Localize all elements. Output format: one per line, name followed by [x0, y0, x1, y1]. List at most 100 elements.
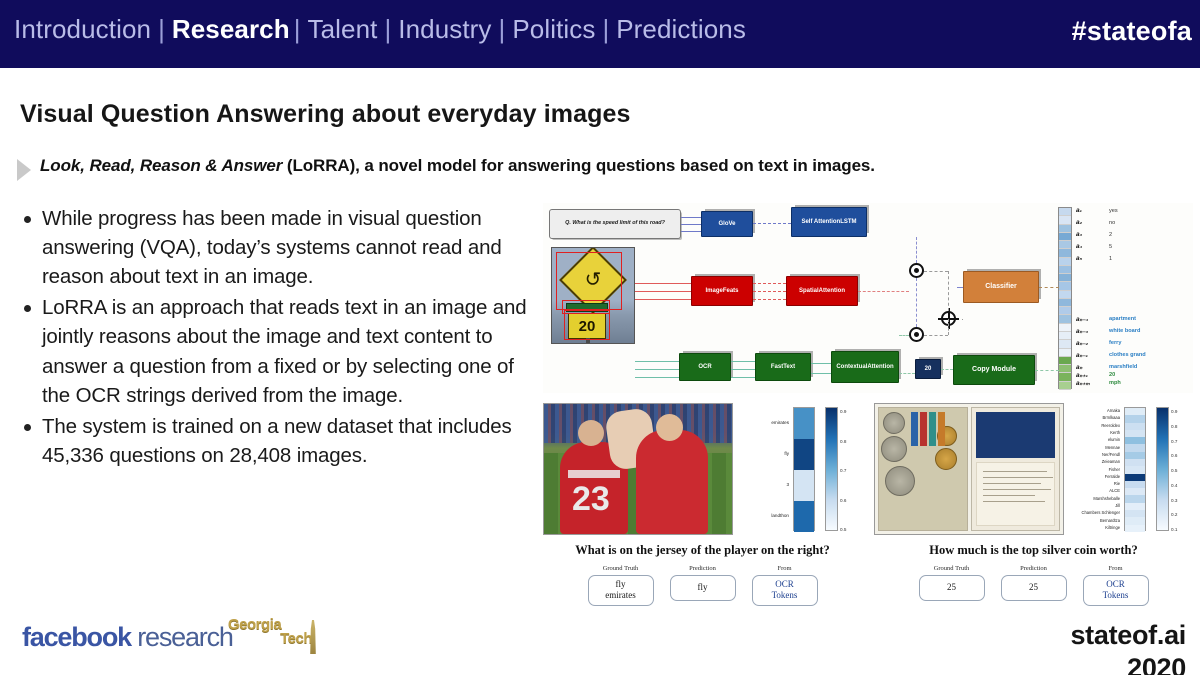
answer-vector-word: 2 [1109, 232, 1113, 238]
heatmap-cell [1125, 480, 1145, 489]
arch-connector [811, 373, 831, 374]
gold-medal-2 [935, 448, 957, 470]
arch-box-label: Classifier [985, 283, 1017, 291]
architecture-diagram: Q. What is the speed limit of this road?… [543, 203, 1193, 393]
bullet-item: The system is trained on a new dataset t… [18, 412, 538, 470]
nav-item-introduction[interactable]: Introduction [14, 14, 151, 45]
bullet-dot-icon [24, 216, 31, 223]
answer-vector-cell [1059, 298, 1071, 308]
certificate-text-line [982, 489, 1051, 491]
arch-box-label: GloVe [718, 220, 736, 227]
arch-box-contextual-attention: Contextual Attention [831, 351, 899, 383]
colorbar-tick: 0.3 [1171, 497, 1178, 503]
arch-box-fasttext: FastText [755, 353, 811, 381]
answer-card-value: OCR Tokens [751, 575, 818, 606]
answer-vector-label: aₙ [1076, 364, 1083, 371]
heatmap-row-label: landthon [771, 512, 789, 518]
heatmap-cell [794, 439, 814, 470]
multiply-operator-top [909, 263, 924, 278]
colorbar-tick: 0.5 [1171, 468, 1178, 473]
colorbar-tick: 0.2 [1171, 512, 1178, 518]
answer-card: Ground Truth fly emirates [587, 565, 654, 606]
answer-vector-label: a₃ [1076, 231, 1083, 238]
player-right [636, 430, 708, 534]
heatmap-row-label: Kerth [1110, 430, 1120, 436]
certificate-text-line [982, 471, 1047, 473]
stateof-ai-label: stateof.ai [1070, 620, 1186, 650]
nav-item-research[interactable]: Research [172, 14, 290, 45]
answer-vector-cell [1059, 356, 1071, 366]
colorbar-tick: 0.4 [1171, 482, 1178, 488]
heatmap-row-label: Ferralde [1104, 473, 1120, 479]
heatmap-cell [794, 470, 814, 501]
nav-separator: | [158, 14, 165, 44]
answer-vector-cell [1059, 249, 1071, 258]
arch-connector [635, 369, 679, 370]
silver-medal-1 [883, 412, 905, 434]
answer-vector-cell [1059, 241, 1071, 250]
nav-item-talent[interactable]: Talent [308, 14, 378, 45]
medal-case-panel [878, 407, 968, 531]
answer-vector-label: a₁ [1076, 207, 1082, 214]
facebook-wordmark: facebook [22, 622, 132, 652]
arch-connector [753, 299, 786, 300]
heatmap-cell [794, 408, 814, 439]
nav-item-industry[interactable]: Industry [398, 14, 491, 45]
player-left-head [578, 420, 604, 446]
arch-box-label: FastText [770, 363, 796, 370]
answer-card-line: Tokens [771, 590, 798, 601]
answer-card-line: OCR [775, 579, 794, 589]
answer-vector-word: 20 [1109, 372, 1116, 378]
example-image-row: 23 emirates fly 3 landthon 0.9 0.8 0.7 0.6 0.5 [543, 403, 862, 535]
heatmap-row-label: Brrnlkaaa [1102, 415, 1120, 421]
colorbar-tick: 0.9 [1171, 409, 1178, 414]
answer-card-line: emirates [605, 590, 636, 601]
answer-card-value: fly emirates [587, 575, 654, 606]
answer-card-title: Prediction [689, 565, 716, 572]
arch-box-label: Attention [867, 363, 894, 370]
arch-box-label: Contextual [836, 363, 868, 370]
heatmap-row-label: Rie [1113, 481, 1120, 487]
heatmap-row-label: Kiltringe [1105, 524, 1120, 530]
arch-connector [731, 377, 755, 378]
arch-connector [681, 217, 701, 218]
answer-vector-cell [1059, 282, 1071, 291]
answer-vector-word: white board [1109, 328, 1141, 334]
heatmap-cell [1125, 473, 1145, 481]
nav-item-politics[interactable]: Politics [512, 14, 595, 45]
answer-vector-cell [1059, 373, 1071, 382]
answer-vector-cell [1059, 315, 1071, 324]
colorbar-tick: 0.6 [840, 497, 847, 503]
triangle-bullet-icon [17, 159, 31, 181]
answer-card: Ground Truth 25 [918, 565, 985, 606]
answer-card-value: OCR Tokens [1082, 575, 1149, 606]
heatmap-row-label: elumin [1107, 437, 1120, 443]
stateof-ai-logo: stateof.ai 2020 [1070, 620, 1186, 675]
arch-connector [858, 291, 859, 292]
heatmap-cell [1125, 466, 1145, 474]
arch-box-label: 20 [924, 365, 932, 372]
answer-vector-label: aₙ₊₁ [1076, 372, 1088, 379]
research-wordmark: research [130, 622, 234, 652]
answer-card: Prediction fly [669, 565, 736, 606]
nav-separator: | [384, 14, 392, 44]
arch-connector [948, 271, 949, 311]
answer-vector-label: a₄ [1076, 243, 1083, 250]
ribbon-teal [929, 412, 936, 446]
arch-connector [753, 223, 791, 224]
arch-connector [753, 283, 786, 284]
slide-root: Introduction | Research | Talent | Industry | Po… [0, 0, 1200, 675]
answer-vector-word: apartment [1109, 316, 1137, 322]
answer-vector-word: mph [1109, 380, 1121, 386]
bbox-3 [564, 310, 610, 340]
heatmap-cell [1125, 517, 1145, 525]
colorbar-tick: 0.9 [840, 409, 847, 414]
answer-vector-cell [1059, 348, 1071, 357]
nav-item-predictions[interactable]: Predictions [616, 14, 746, 45]
arch-connector [941, 369, 953, 370]
jersey-nameband [568, 470, 620, 478]
arch-box-label: Spatial [798, 287, 819, 294]
arch-box-spatial-attention: Spatial Attention [786, 276, 858, 306]
facebook-research-logo: facebook research [22, 622, 234, 653]
answer-card-title: From [777, 565, 792, 572]
